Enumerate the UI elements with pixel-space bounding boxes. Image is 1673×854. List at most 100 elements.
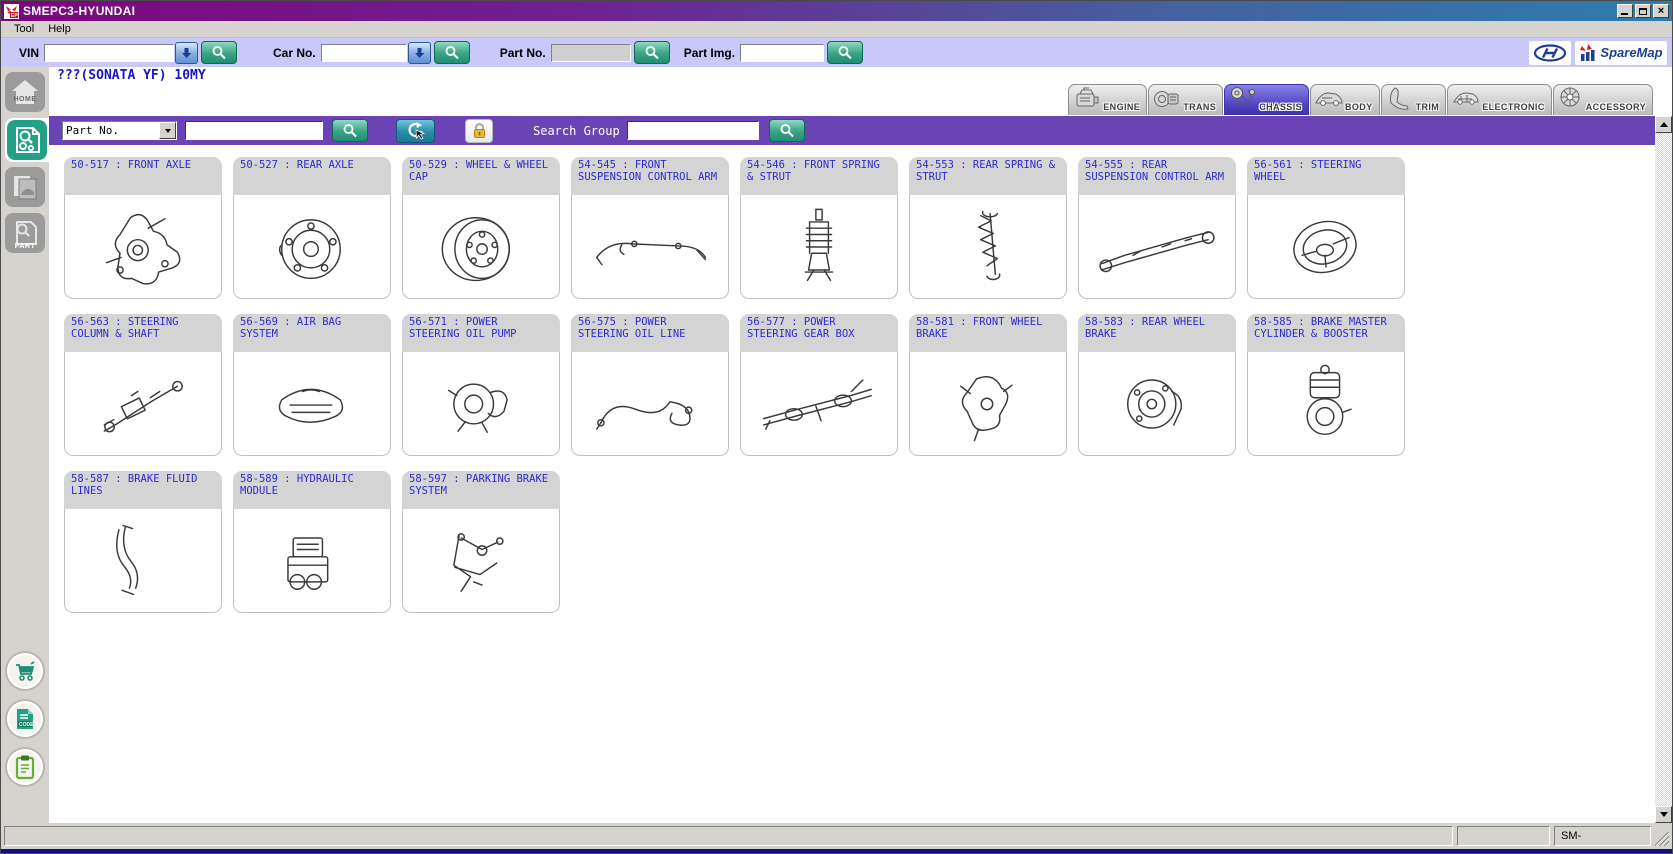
part-category-card[interactable]: 58-589 : HYDRAULIC MODULE [233,471,391,613]
car-no-input[interactable] [321,44,407,62]
vin-input[interactable] [44,44,174,62]
tab-body[interactable]: BODY [1310,84,1380,115]
part-diagram-thumbnail[interactable] [571,195,729,299]
part-diagram-thumbnail[interactable] [233,352,391,456]
close-button[interactable]: × [1653,4,1669,18]
body-icon [1314,85,1344,116]
part-diagram-thumbnail[interactable] [571,352,729,456]
part-category-card[interactable]: 54-553 : REAR SPRING & STRUT [909,157,1067,299]
part-diagram-thumbnail[interactable] [740,352,898,456]
tab-chassis[interactable]: CHASSIS [1224,84,1309,115]
part-diagram-thumbnail[interactable] [1078,195,1236,299]
part-no-input [551,44,631,62]
vin-dropdown-button[interactable] [175,42,198,64]
select-dropdown-icon[interactable] [159,122,176,139]
vertical-scrollbar[interactable] [1655,116,1672,823]
part-search-button[interactable] [332,119,368,142]
part-category-card[interactable]: 50-529 : WHEEL & WHEEL CAP [402,157,560,299]
menu-tool[interactable]: Tool [7,22,41,36]
part-category-card[interactable]: 58-583 : REAR WHEEL BRAKE [1078,314,1236,456]
part-category-title: 54-546 : FRONT SPRING & STRUT [740,157,898,195]
part-category-card[interactable]: 50-517 : FRONT AXLE [64,157,222,299]
search-group-input[interactable] [627,121,759,140]
tab-trans[interactable]: TRANS [1148,84,1223,115]
part-search-input[interactable] [185,121,323,140]
chassis-icon [1228,85,1258,116]
tab-accessory[interactable]: ACCESSORY [1553,84,1653,115]
part-img-input[interactable] [740,44,824,62]
part-diagram-thumbnail[interactable] [64,352,222,456]
car-no-label: Car No. [273,46,316,60]
part-diagram-thumbnail[interactable] [402,352,560,456]
bottom-edge-strip [1,849,1672,854]
cart-button[interactable] [5,651,45,691]
part-icon-label: PART [5,243,45,250]
part-no-search-button[interactable] [634,41,670,64]
tab-trim[interactable]: TRIM [1381,84,1447,115]
window-title: SMEPC3-HYUNDAI [23,4,135,18]
sidebar-item-home[interactable]: HOME [5,72,45,112]
tab-electronic[interactable]: ELECTRONIC [1447,84,1552,115]
search-type-value: Part No. [66,124,119,137]
sidebar-item-part-lookup[interactable]: PART [5,213,45,253]
part-img-search-button[interactable] [827,41,863,64]
part-diagram-thumbnail[interactable] [402,195,560,299]
part-category-title: 56-575 : POWER STEERING OIL LINE [571,314,729,352]
part-category-title: 58-597 : PARKING BRAKE SYSTEM [402,471,560,509]
part-diagram-thumbnail[interactable] [1078,352,1236,456]
part-category-card[interactable]: 56-561 : STEERING WHEEL [1247,157,1405,299]
part-category-title: 54-545 : FRONT SUSPENSION CONTROL ARM [571,157,729,195]
part-category-card[interactable]: 58-585 : BRAKE MASTER CYLINDER & BOOSTER [1247,314,1405,456]
maximize-button[interactable] [1635,4,1651,18]
scroll-down-button[interactable] [1655,806,1672,823]
search-type-select[interactable]: Part No. [62,121,177,140]
part-diagram-thumbnail[interactable] [64,509,222,613]
part-category-card[interactable]: 50-527 : REAR AXLE [233,157,391,299]
part-category-card[interactable]: 56-563 : STEERING COLUMN & SHAFT [64,314,222,456]
part-diagram-thumbnail[interactable] [909,352,1067,456]
vin-search-button[interactable] [201,41,237,64]
title-bar[interactable]: EPC SMEPC3-HYUNDAI × [1,1,1672,21]
code-icon-label: CODE [19,722,34,728]
part-category-card[interactable]: 56-577 : POWER STEERING GEAR BOX [740,314,898,456]
scroll-up-button[interactable] [1655,116,1672,133]
part-diagram-thumbnail[interactable] [233,195,391,299]
resize-grip[interactable] [1655,832,1669,846]
engine-icon [1072,85,1102,116]
part-category-card[interactable]: 56-569 : AIR BAG SYSTEM [233,314,391,456]
part-category-title: 58-587 : BRAKE FLUID LINES [64,471,222,509]
clipboard-button[interactable] [5,747,45,787]
quick-pick-button[interactable] [396,119,435,143]
part-category-card[interactable]: 54-546 : FRONT SPRING & STRUT [740,157,898,299]
lock-button[interactable] [465,119,493,143]
part-diagram-thumbnail[interactable] [233,509,391,613]
part-img-label: Part Img. [684,46,735,60]
accessory-icon [1557,85,1585,116]
part-diagram-thumbnail[interactable] [1247,352,1405,456]
part-diagram-thumbnail[interactable] [1247,195,1405,299]
car-no-search-button[interactable] [434,41,470,64]
part-category-card[interactable]: 58-597 : PARKING BRAKE SYSTEM [402,471,560,613]
part-category-card[interactable]: 56-571 : POWER STEERING OIL PUMP [402,314,560,456]
part-category-card[interactable]: 56-575 : POWER STEERING OIL LINE [571,314,729,456]
sidebar-item-vehicle-documents[interactable] [5,167,45,207]
part-diagram-thumbnail[interactable] [64,195,222,299]
part-category-card[interactable]: 58-581 : FRONT WHEEL BRAKE [909,314,1067,456]
part-category-title: 50-529 : WHEEL & WHEEL CAP [402,157,560,195]
part-category-card[interactable]: 54-555 : REAR SUSPENSION CONTROL ARM [1078,157,1236,299]
part-category-card[interactable]: 58-587 : BRAKE FLUID LINES [64,471,222,613]
minimize-button[interactable] [1617,4,1633,18]
svg-text:EPC: EPC [11,13,19,19]
part-search-icon[interactable] [7,120,47,160]
code-button[interactable]: CODE [5,699,45,739]
part-diagram-thumbnail[interactable] [740,195,898,299]
part-category-title: 58-581 : FRONT WHEEL BRAKE [909,314,1067,352]
search-group-button[interactable] [769,119,805,142]
car-no-dropdown-button[interactable] [408,42,431,64]
part-diagram-thumbnail[interactable] [402,509,560,613]
part-diagram-thumbnail[interactable] [909,195,1067,299]
sidebar-item-part-search-active[interactable] [5,118,49,162]
part-category-card[interactable]: 54-545 : FRONT SUSPENSION CONTROL ARM [571,157,729,299]
menu-help[interactable]: Help [41,22,78,36]
tab-engine[interactable]: ENGINE [1068,84,1147,115]
